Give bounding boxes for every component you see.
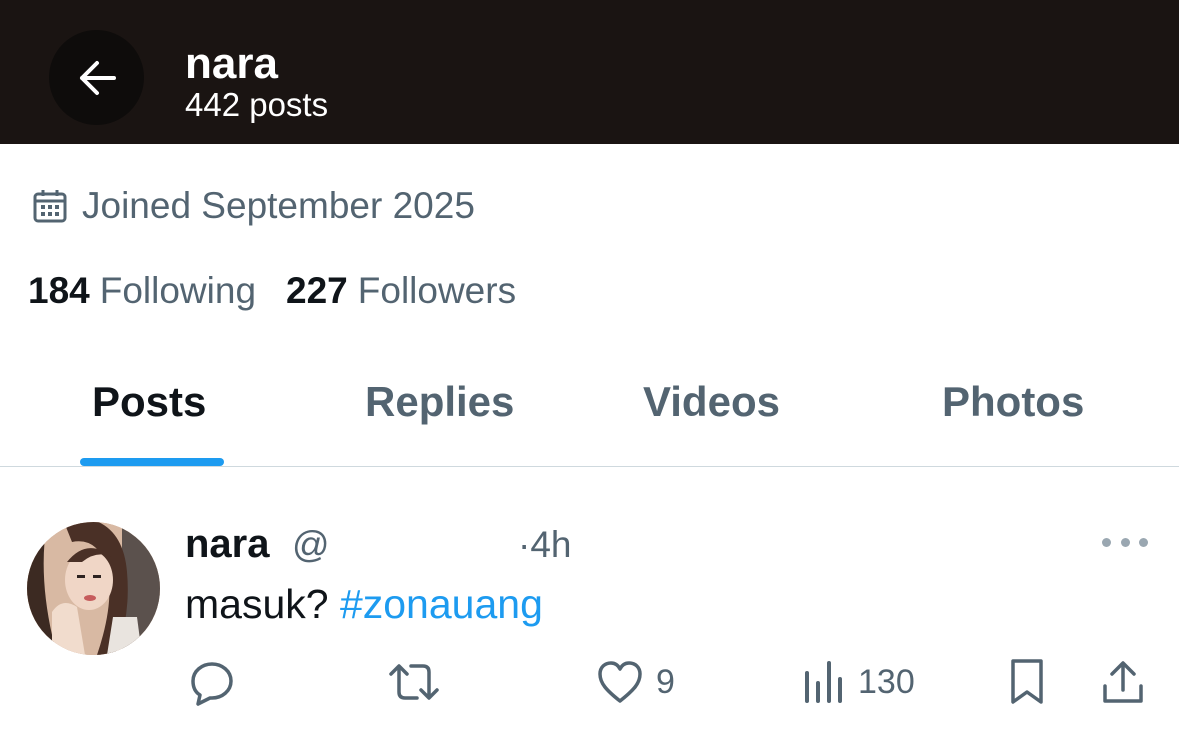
avatar-image [27,522,160,655]
joined-text: Joined September 2025 [82,185,475,226]
share-button[interactable] [1100,656,1146,708]
repost-icon [389,664,439,700]
following-count: 184 [28,270,90,311]
post-text: masuk? #zonauang [185,580,543,628]
views-button[interactable]: 130 [802,656,915,708]
followers-label: Followers [357,270,517,311]
post-author-name[interactable]: nara [185,520,270,568]
followers-count: 227 [286,270,348,311]
post-hashtag[interactable]: #zonauang [340,581,543,627]
calendar-icon [33,190,67,223]
header-post-count: 442 posts [185,86,329,123]
share-icon [1103,661,1143,703]
bookmark-icon [1011,659,1043,704]
views-icon [805,661,842,703]
bookmark-button[interactable] [1006,656,1048,708]
following-link[interactable]: 184 Following [28,270,256,312]
joined-date: Joined September 2025 [32,184,475,228]
active-tab-indicator [80,458,224,466]
back-button[interactable] [49,30,144,125]
back-arrow-icon [79,60,116,95]
repost-button[interactable] [385,656,443,708]
tabs-divider [0,466,1179,467]
tab-posts[interactable]: Posts [92,376,206,428]
follow-stats: 184 Following 227 Followers [28,268,546,314]
followers-link[interactable]: 227 Followers [286,270,516,312]
more-icon[interactable] [1102,530,1148,554]
like-count: 9 [656,662,675,701]
following-label: Following [99,270,257,311]
like-button[interactable]: 9 [596,656,675,708]
tab-videos[interactable]: Videos [643,376,780,428]
post-timestamp[interactable]: ·4h [518,522,571,568]
tab-replies[interactable]: Replies [365,376,514,428]
tab-photos[interactable]: Photos [942,376,1084,428]
reply-button[interactable] [188,656,236,708]
views-count: 130 [858,662,915,701]
profile-header: nara 442 posts [0,0,1179,144]
post-body: masuk? [185,581,340,627]
post-author-handle[interactable]: @ [292,522,330,568]
reply-icon [191,662,233,706]
header-display-name: nara [185,39,278,88]
avatar[interactable] [27,522,160,655]
like-icon [598,661,642,703]
